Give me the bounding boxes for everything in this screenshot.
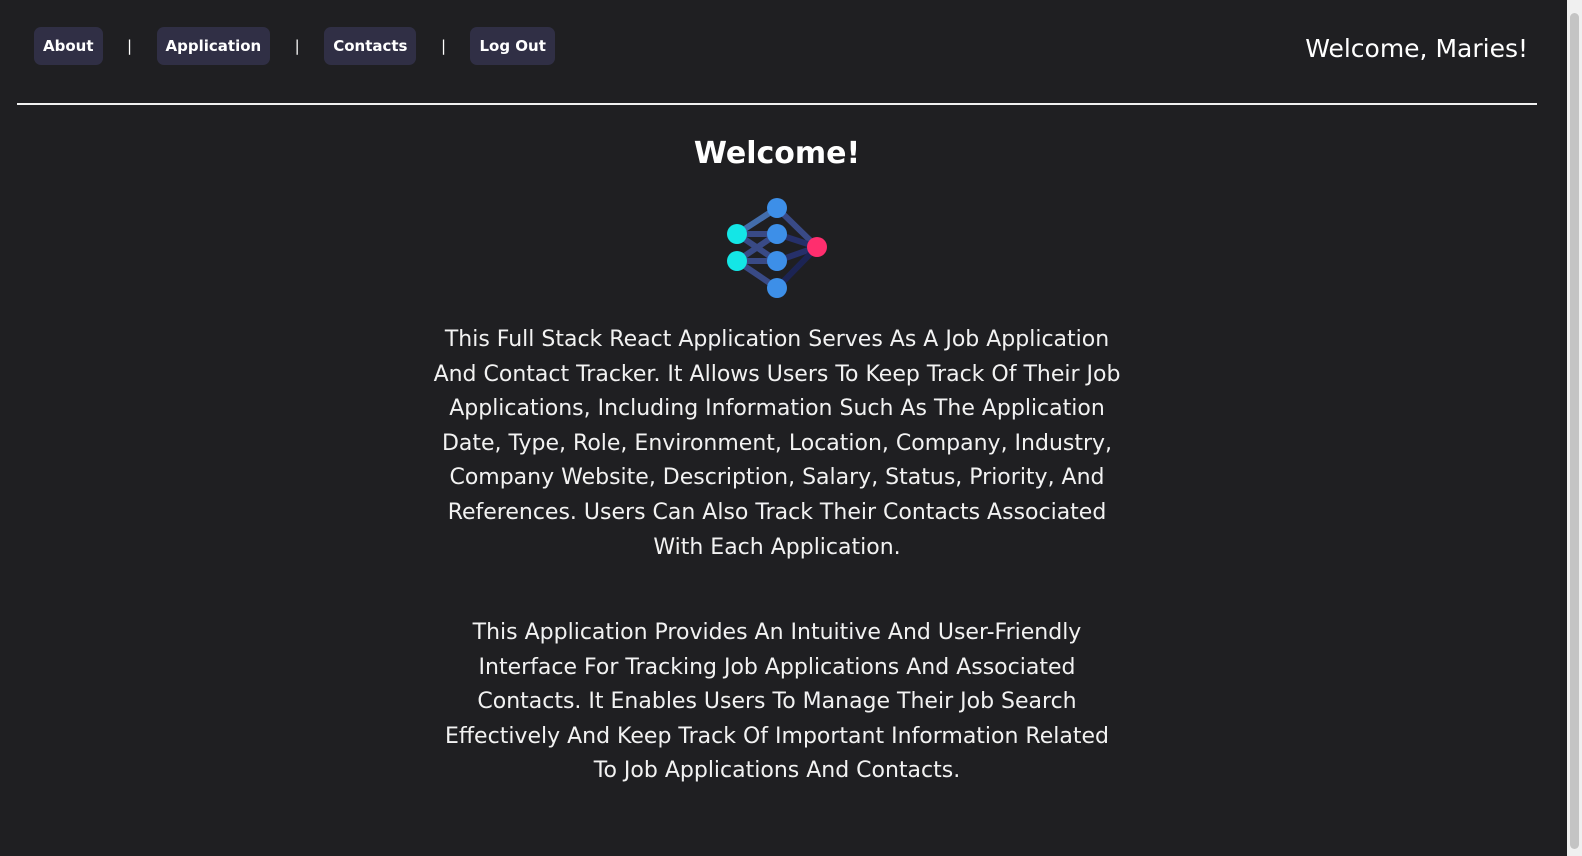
description-paragraph-1: This Full Stack React Application Serves… — [433, 327, 1121, 560]
nav-contacts-button[interactable]: Contacts — [324, 27, 417, 65]
page-title: Welcome! — [693, 136, 861, 171]
top-navigation: About | Application | Contacts | Log Out — [34, 27, 555, 65]
nav-logout-button[interactable]: Log Out — [470, 27, 555, 65]
user-welcome-text: Welcome, Maries! — [1305, 34, 1528, 63]
page: About | Application | Contacts | Log Out… — [0, 0, 1582, 856]
nav-about-button[interactable]: About — [34, 27, 103, 65]
scrollbar-thumb[interactable] — [1570, 13, 1579, 849]
header-divider — [17, 103, 1537, 105]
description-paragraph-2: This Application Provides An Intuitive A… — [445, 620, 1109, 784]
nav-separator: | — [294, 37, 300, 55]
neural-network-icon — [727, 198, 827, 298]
nav-separator: | — [126, 37, 133, 55]
vertical-scrollbar[interactable] — [1567, 0, 1582, 856]
nav-application-button[interactable]: Application — [156, 27, 271, 65]
nav-separator: | — [440, 37, 447, 55]
